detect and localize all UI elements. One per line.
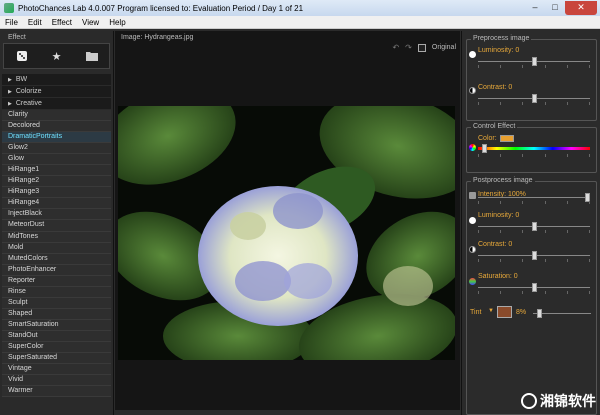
menu-edit[interactable]: Edit	[23, 18, 47, 27]
luminosity-slider[interactable]	[478, 57, 590, 66]
post-contrast-slider[interactable]	[478, 251, 590, 260]
hue-icon	[469, 144, 476, 151]
settings-panel: Preprocess image Luminosity: 0 Contrast:…	[461, 31, 600, 415]
watermark-logo-icon	[521, 393, 537, 409]
slider-thumb[interactable]	[537, 309, 542, 318]
close-button[interactable]: ✕	[565, 1, 597, 15]
contrast-label: Contrast: 0	[478, 84, 513, 91]
brush-icon	[469, 192, 476, 199]
photo-preview[interactable]	[118, 106, 455, 360]
effect-item[interactable]: Reporter	[2, 275, 111, 287]
watermark: 湘锦软件	[521, 391, 596, 411]
contrast-slider[interactable]	[478, 94, 590, 103]
view-tools: ↶ ↷ Original	[392, 43, 456, 52]
effect-item[interactable]: StandOut	[2, 330, 111, 342]
post-contrast-label: Contrast: 0	[478, 241, 513, 248]
saturation-icon	[469, 278, 476, 285]
postprocess-title: Postprocess image	[471, 177, 535, 184]
effect-item[interactable]: Glow2	[2, 143, 111, 155]
effect-item[interactable]: Warmer	[2, 386, 111, 398]
menu-bar: File Edit Effect View Help	[0, 16, 600, 29]
luminosity-label: Luminosity: 0	[478, 47, 520, 54]
saturation-slider[interactable]	[478, 283, 590, 292]
tint-dropdown-icon[interactable]: ▼	[488, 308, 494, 314]
effect-item[interactable]: InjectBlack	[2, 209, 111, 221]
effect-item[interactable]: Mold	[2, 242, 111, 254]
sun-icon	[469, 51, 476, 58]
color-label: Color:	[478, 135, 497, 142]
effect-item[interactable]: Clarity	[2, 110, 111, 122]
menu-view[interactable]: View	[77, 18, 104, 27]
redo-icon[interactable]: ↷	[405, 43, 412, 52]
intensity-slider[interactable]	[478, 193, 590, 202]
effect-item[interactable]: MidTones	[2, 231, 111, 243]
color-slider[interactable]	[478, 144, 590, 153]
expand-arrow-icon: ▶	[8, 77, 12, 83]
tint-swatch[interactable]	[497, 306, 512, 318]
category-bw[interactable]: ▶ BW	[2, 74, 111, 85]
category-creative[interactable]: ▶ Creative	[2, 98, 111, 109]
app-icon	[4, 3, 14, 13]
preprocess-title: Preprocess image	[471, 35, 532, 42]
contrast-icon	[469, 87, 476, 94]
effect-item[interactable]: HiRange1	[2, 165, 111, 177]
effect-item[interactable]: SuperColor	[2, 341, 111, 354]
effect-item[interactable]: Sculpt	[2, 297, 111, 309]
effect-item[interactable]: SuperSaturated	[2, 353, 111, 365]
effect-toolbar: ★	[3, 43, 110, 69]
expand-arrow-icon: ▶	[8, 101, 12, 107]
tint-value: 8%	[516, 309, 527, 316]
color-swatch[interactable]	[500, 135, 514, 142]
effect-item[interactable]: Vintage	[2, 364, 111, 376]
image-title: Image: Hydrangeas.jpg	[121, 34, 194, 41]
postprocess-group: Postprocess image Intensity: 100% Lumino…	[466, 177, 597, 415]
image-viewer: Image: Hydrangeas.jpg ↶ ↷ Original	[115, 31, 460, 415]
effect-item[interactable]: Shaped	[2, 308, 111, 320]
effect-item[interactable]: HiRange4	[2, 198, 111, 210]
tint-label: Tint	[470, 309, 482, 316]
effect-item[interactable]: MutedColors	[2, 253, 111, 265]
menu-effect[interactable]: Effect	[47, 18, 77, 27]
window-title: PhotoChances Lab 4.0.007 Program license…	[18, 3, 304, 13]
original-label: Original	[431, 44, 456, 51]
star-icon[interactable]: ★	[49, 48, 65, 64]
post-luminosity-label: Luminosity: 0	[478, 212, 520, 219]
effect-item[interactable]: SmartSaturation	[2, 319, 111, 331]
effect-panel: Effect ★ ▶ BW ▶ Colorize ▶ Creative Clarity…	[0, 31, 114, 415]
dice-icon[interactable]	[14, 48, 30, 64]
category-list: ▶ BW ▶ Colorize ▶ Creative	[0, 74, 113, 109]
category-colorize[interactable]: ▶ Colorize	[2, 86, 111, 97]
original-checkbox[interactable]	[417, 43, 426, 52]
tint-slider[interactable]	[533, 309, 591, 318]
effect-panel-title: Effect	[8, 34, 26, 41]
effect-item[interactable]: Rinse	[2, 286, 111, 298]
minimize-button[interactable]: –	[525, 1, 545, 15]
title-bar: PhotoChances Lab 4.0.007 Program license…	[0, 0, 600, 16]
control-effect-group: Control Effect Color:	[466, 123, 597, 173]
effect-item[interactable]: MeteorDust	[2, 220, 111, 232]
post-luminosity-slider[interactable]	[478, 222, 590, 231]
undo-icon[interactable]: ↶	[392, 43, 399, 52]
menu-help[interactable]: Help	[104, 18, 130, 27]
menu-file[interactable]: File	[0, 18, 23, 27]
sun-icon	[469, 217, 476, 224]
effect-item[interactable]: Decolored	[2, 121, 111, 133]
maximize-button[interactable]: □	[545, 1, 565, 15]
saturation-label: Saturation: 0	[478, 273, 518, 280]
effect-item[interactable]: DramaticPortraits	[2, 132, 111, 144]
control-effect-title: Control Effect	[471, 123, 518, 130]
effect-item[interactable]: Glow	[2, 154, 111, 166]
watermark-text: 湘锦软件	[540, 393, 596, 409]
expand-arrow-icon: ▶	[8, 89, 12, 95]
status-strip	[115, 410, 460, 415]
folder-icon[interactable]	[84, 48, 100, 64]
effect-item[interactable]: HiRange3	[2, 187, 111, 199]
contrast-icon	[469, 246, 476, 253]
effect-item[interactable]: Vivid	[2, 375, 111, 387]
effect-item[interactable]: PhotoEnhancer	[2, 264, 111, 276]
effect-list: Clarity Decolored DramaticPortraits Glow2 Gl…	[0, 110, 113, 398]
slider-thumb[interactable]	[482, 144, 487, 153]
effect-item[interactable]: HiRange2	[2, 176, 111, 188]
preprocess-group: Preprocess image Luminosity: 0 Contrast:…	[466, 35, 597, 121]
